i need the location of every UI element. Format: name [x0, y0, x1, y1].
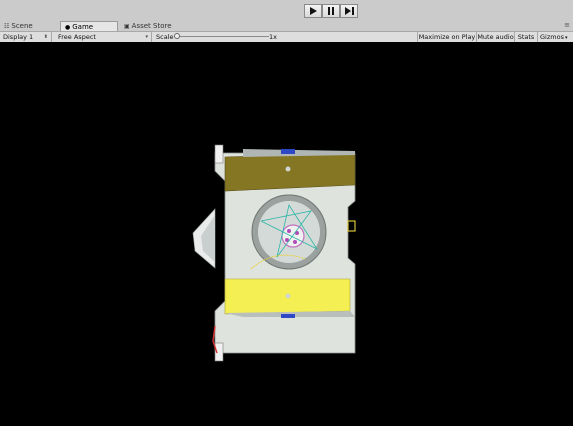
playback-controls — [304, 4, 358, 18]
editor-header: ☷ Scene ● Game ▣ Asset Store ≡ Display 1 ⬍ … — [0, 0, 573, 43]
scale-label: Scale — [156, 33, 174, 41]
rendered-3d-model — [192, 144, 356, 362]
dropdown-arrow-icon: ⬍ — [43, 34, 48, 40]
pause-icon — [328, 7, 334, 15]
step-forward-icon — [344, 7, 354, 15]
step-button[interactable] — [340, 4, 358, 18]
scale-slider-track[interactable] — [179, 36, 269, 37]
tab-menu-icon[interactable]: ≡ — [564, 21, 570, 29]
tab-game-label: Game — [72, 23, 94, 31]
scale-value: 1x — [269, 33, 277, 41]
model-hole — [285, 166, 291, 172]
stats-toggle[interactable]: Stats — [514, 32, 537, 42]
tab-asset-store-label: Asset Store — [131, 22, 172, 30]
game-viewport[interactable] — [0, 42, 573, 426]
model-blue-clip-top — [281, 149, 295, 154]
model-bolt — [293, 240, 297, 244]
model-bolt — [287, 229, 291, 233]
model-hole — [285, 293, 291, 299]
model-blue-clip-bottom — [281, 314, 295, 318]
dropdown-arrow-icon: ▾ — [564, 35, 568, 41]
model-connector-top — [214, 144, 224, 164]
pause-button[interactable] — [322, 4, 340, 18]
mute-audio-toggle[interactable]: Mute audio — [476, 32, 514, 42]
gizmos-label: Gizmos — [540, 33, 564, 41]
play-icon — [310, 7, 317, 15]
dropdown-arrow-icon: ▾ — [145, 34, 148, 40]
scale-control: Scale 1x — [153, 32, 417, 42]
play-button[interactable] — [304, 4, 322, 18]
model-side-latch — [347, 220, 356, 232]
model-panel-top — [224, 152, 356, 192]
scale-slider-handle[interactable] — [174, 33, 180, 39]
display-dropdown-label: Display 1 — [3, 33, 34, 41]
aspect-dropdown[interactable]: Free Aspect ▾ — [55, 32, 152, 42]
gizmos-dropdown[interactable]: Gizmos▾ — [537, 32, 573, 42]
aspect-dropdown-label: Free Aspect — [58, 33, 96, 41]
display-dropdown[interactable]: Display 1 ⬍ — [0, 32, 52, 42]
tab-scene-label: Scene — [11, 22, 33, 30]
maximize-on-play-toggle[interactable]: Maximize on Play — [417, 32, 476, 42]
